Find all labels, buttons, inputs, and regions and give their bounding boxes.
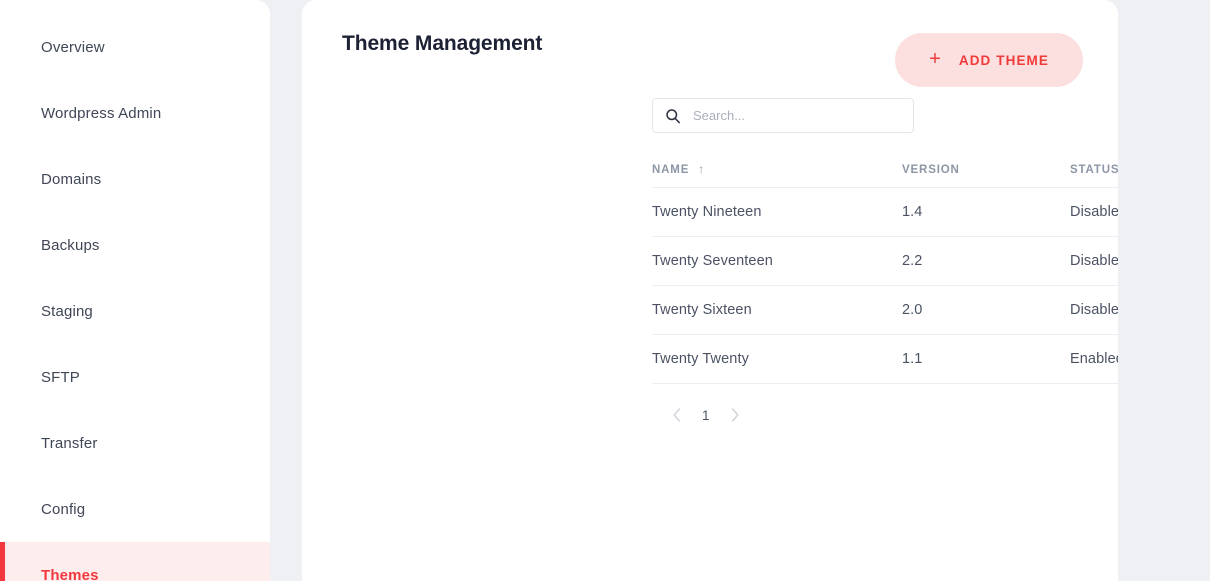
column-header-version-label: VERSION — [902, 163, 960, 176]
page-title: Theme Management — [342, 32, 543, 55]
themes-table: NAME ↑ VERSION STATUS Twenty Nineteen 1.… — [652, 152, 1118, 384]
table-row: Twenty Sixteen 2.0 Disabled — [652, 286, 1118, 335]
plus-icon: + — [929, 48, 941, 70]
theme-status: Enabled — [1070, 351, 1118, 367]
theme-version: 2.2 — [902, 253, 923, 269]
pagination-pages: 1 — [652, 407, 740, 423]
sidebar-item-themes[interactable]: Themes — [0, 542, 270, 581]
theme-name: Twenty Sixteen — [652, 302, 752, 318]
sidebar-item-sftp[interactable]: SFTP — [0, 344, 270, 410]
table-row: Twenty Twenty 1.1 Enabled — [652, 335, 1118, 384]
main-content-card: Theme Management + ADD THEME NAME ↑ VERS… — [302, 0, 1118, 581]
chevron-right-icon[interactable] — [730, 407, 740, 423]
sidebar-item-transfer[interactable]: Transfer — [0, 410, 270, 476]
sidebar-item-label: Domains — [41, 170, 102, 188]
app-root: Overview Wordpress Admin Domains Backups… — [0, 0, 1210, 581]
sidebar-item-label: Wordpress Admin — [41, 104, 162, 122]
sidebar-item-label: Config — [41, 500, 86, 518]
theme-version: 1.1 — [902, 351, 923, 367]
column-header-name-label: NAME — [652, 163, 690, 176]
pagination: 1 10 25 ∞ — [652, 396, 1118, 434]
add-theme-button-label: ADD THEME — [958, 52, 1049, 68]
sidebar-item-label: Transfer — [41, 434, 98, 452]
theme-status: Disabled — [1070, 302, 1118, 318]
theme-name: Twenty Nineteen — [652, 204, 762, 220]
theme-name: Twenty Twenty — [652, 351, 749, 367]
theme-version: 1.4 — [902, 204, 923, 220]
search-icon — [666, 108, 680, 123]
sidebar-item-backups[interactable]: Backups — [0, 212, 270, 278]
table-row: Twenty Nineteen 1.4 Disabled — [652, 188, 1118, 237]
sidebar: Overview Wordpress Admin Domains Backups… — [0, 0, 270, 581]
theme-name: Twenty Seventeen — [652, 253, 773, 269]
page-number-1[interactable]: 1 — [702, 408, 710, 423]
column-header-version[interactable]: VERSION — [902, 164, 1070, 176]
table-header-row: NAME ↑ VERSION STATUS — [652, 152, 1118, 188]
sidebar-item-wordpress-admin[interactable]: Wordpress Admin — [0, 80, 270, 146]
chevron-left-icon[interactable] — [672, 407, 682, 423]
sidebar-item-label: SFTP — [41, 368, 80, 386]
theme-version: 2.0 — [902, 302, 923, 318]
theme-status: Disabled — [1070, 204, 1118, 220]
column-header-status-label: STATUS — [1070, 163, 1118, 176]
sidebar-item-staging[interactable]: Staging — [0, 278, 270, 344]
column-header-status[interactable]: STATUS — [1070, 164, 1118, 176]
sidebar-item-config[interactable]: Config — [0, 476, 270, 542]
search-input[interactable] — [693, 108, 893, 123]
sidebar-item-label: Backups — [41, 236, 100, 254]
sidebar-item-label: Overview — [41, 38, 105, 56]
column-header-name[interactable]: NAME ↑ — [652, 161, 902, 176]
sidebar-item-label: Themes — [41, 566, 99, 581]
sidebar-nav-list: Overview Wordpress Admin Domains Backups… — [0, 0, 270, 581]
sidebar-item-label: Staging — [41, 302, 93, 320]
table-row: Twenty Seventeen 2.2 Disabled — [652, 237, 1118, 286]
sidebar-item-domains[interactable]: Domains — [0, 146, 270, 212]
search-box[interactable] — [652, 98, 914, 133]
sidebar-item-overview[interactable]: Overview — [0, 14, 270, 80]
theme-status: Disabled — [1070, 253, 1118, 269]
sort-ascending-icon: ↑ — [698, 161, 706, 176]
add-theme-button[interactable]: + ADD THEME — [895, 33, 1083, 87]
